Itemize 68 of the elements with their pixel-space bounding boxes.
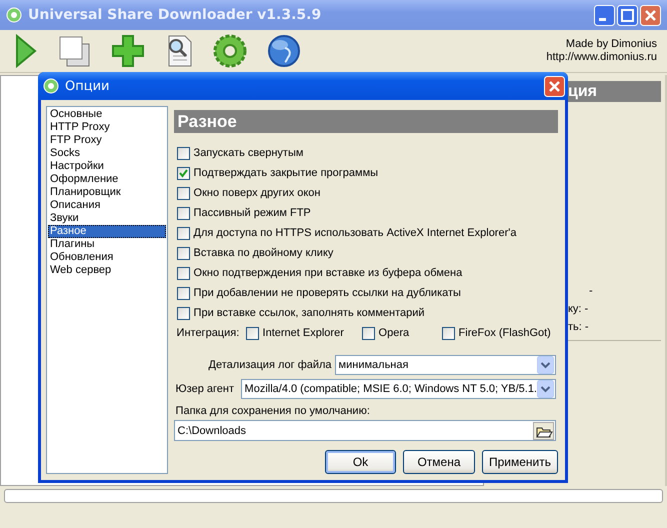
checkbox-label: Подтверждать закрытие программы (194, 167, 378, 179)
category-item[interactable]: Настройки (48, 160, 166, 173)
app-icon (43, 78, 59, 94)
play-icon[interactable] (14, 34, 38, 68)
info-text: - (589, 284, 593, 299)
checkbox[interactable] (176, 246, 190, 260)
section-title: Разное (174, 110, 558, 133)
checkbox-label: Для доступа по HTTPS использовать ActiveX Internet Explorer'a (194, 227, 516, 239)
checkbox-label: Вставка по двойному клику (194, 247, 334, 259)
checkbox[interactable] (176, 306, 190, 320)
checkbox[interactable] (176, 146, 190, 160)
checkbox-label: Запускать свернутым (194, 147, 304, 159)
dialog-button[interactable]: Применить (482, 450, 558, 474)
dialog-button[interactable]: Отмена (402, 450, 475, 474)
field-label: Папка для сохранения по умолчанию: (174, 405, 371, 418)
app-icon (6, 7, 22, 23)
checkbox[interactable] (246, 326, 259, 340)
checkbox-label: FireFox (FlashGot) (458, 327, 551, 339)
dialog-title: Опции (65, 78, 110, 94)
settings-icon[interactable] (213, 34, 247, 68)
dropdown[interactable]: минимальная (334, 354, 556, 375)
plus-icon[interactable] (111, 34, 145, 68)
category-item[interactable]: FTP Proxy (48, 134, 166, 147)
checkbox[interactable] (176, 206, 190, 220)
folder-icon[interactable] (533, 422, 554, 440)
category-item[interactable]: Описания (48, 199, 166, 212)
checkbox[interactable] (176, 186, 190, 200)
checkbox-label: Окно подтверждения при вставке из буфера обмена (194, 267, 462, 279)
check-icon (178, 168, 189, 178)
category-item[interactable]: Основные (48, 108, 166, 121)
folder-field[interactable]: C:\Downloads (174, 420, 556, 442)
minimize-button[interactable] (594, 4, 615, 26)
close-button[interactable] (640, 4, 661, 26)
field-label: Интеграция: (176, 327, 240, 339)
checkbox[interactable] (176, 266, 190, 280)
info-text: ку: - (568, 302, 588, 317)
close-button[interactable] (544, 76, 565, 96)
dialog-button[interactable]: Ok (324, 450, 396, 474)
category-item[interactable]: Разное (48, 225, 166, 238)
credit-text: Made by Dimonius (564, 38, 657, 51)
checkbox-label: Opera (378, 327, 410, 339)
category-item[interactable]: Socks (48, 147, 166, 160)
checkbox[interactable] (176, 226, 190, 240)
checkbox[interactable] (442, 326, 455, 340)
category-item[interactable]: Планировщик (48, 186, 166, 199)
category-item[interactable]: Оформление (48, 173, 166, 186)
checkbox-label: При добавлении не проверять ссылки на дубликаты (194, 287, 461, 299)
checkbox-label: Пассивный режим FTP (194, 207, 311, 219)
category-item[interactable]: HTTP Proxy (48, 121, 166, 134)
globe-icon[interactable] (267, 34, 301, 68)
copy-icon[interactable] (58, 34, 91, 68)
field-label: Детализация лог файла (208, 358, 332, 371)
category-item[interactable]: Плагины (48, 238, 166, 251)
category-item[interactable]: Обновления (48, 251, 166, 264)
category-item[interactable]: Web сервер (48, 264, 166, 277)
checkbox[interactable] (176, 166, 190, 180)
checkbox-label: При вставке ссылок, заполнять комментарий (194, 307, 425, 319)
checkbox-label: Internet Explorer (262, 327, 344, 339)
dropdown[interactable]: Mozilla/4.0 (compatible; MSIE 6.0; Windows NT 5.0; YB/5.1. (240, 379, 556, 400)
checkbox-label: Окно поверх других окон (194, 187, 320, 199)
category-item[interactable]: Звуки (48, 212, 166, 225)
info-text: ть: - (568, 320, 589, 335)
checkbox[interactable] (176, 286, 190, 300)
window-title: Universal Share Downloader v1.3.5.9 (28, 7, 322, 23)
field-label: Юзер агент (174, 383, 235, 396)
credit-text: http://www.dimonius.ru (546, 51, 657, 64)
maximize-button[interactable] (617, 4, 638, 26)
checkbox[interactable] (362, 326, 375, 340)
